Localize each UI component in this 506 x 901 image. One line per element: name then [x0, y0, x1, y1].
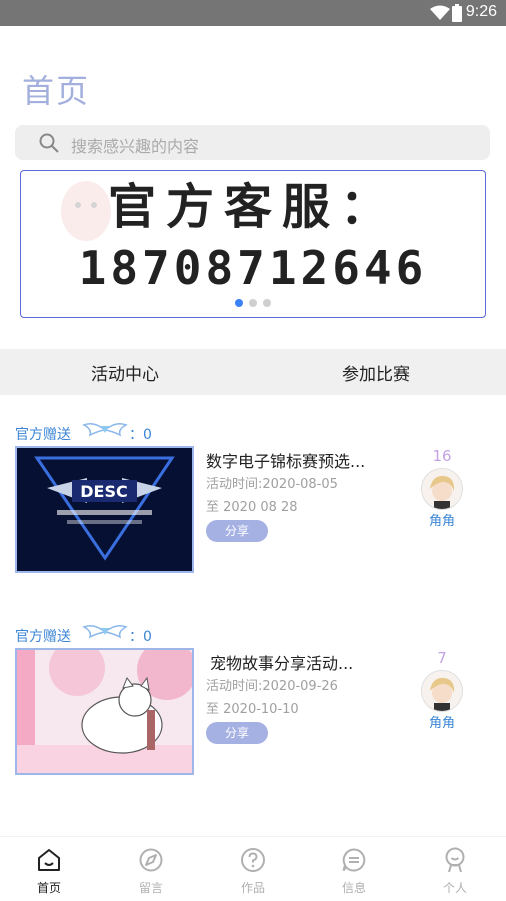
wing-count: ：0 [129, 427, 152, 443]
activity-start-time: 活动时间:2020-08-05 [206, 477, 338, 492]
nav-works-label: 作品 [240, 881, 265, 895]
activity-title[interactable]: 宠物故事分享活动... [210, 650, 353, 674]
nav-info[interactable]: 信息 [319, 847, 389, 896]
banner-carousel[interactable]: 官方客服： 18708712646 [20, 170, 486, 318]
nav-home-label: 首页 [36, 881, 61, 895]
banner-line2: 18708712646 [78, 241, 428, 295]
participant-count: 16 [432, 447, 452, 465]
battery-icon [452, 4, 462, 22]
person-icon [445, 847, 465, 873]
wifi-icon [430, 5, 450, 20]
wing-count: ：0 [129, 629, 152, 645]
activity-thumbnail[interactable]: DESC [15, 446, 194, 573]
tab-bar: 活动中心 参加比赛 [0, 349, 506, 395]
activity-start-time: 活动时间:2020-09-26 [206, 679, 338, 694]
status-time: 9:26 [465, 3, 497, 20]
question-icon [241, 848, 265, 872]
search-bar[interactable]: 搜索感兴趣的内容 [15, 125, 490, 160]
official-gift-tag: 官方赠送 [15, 427, 71, 443]
search-icon [39, 133, 59, 153]
page-title: 首页 [22, 72, 91, 110]
carousel-dot-1[interactable] [235, 299, 243, 307]
status-bar: 9:26 [0, 0, 506, 26]
activity-thumbnail[interactable] [15, 648, 194, 775]
activity-end-time: 至 2020 08 28 [206, 500, 298, 515]
nav-home[interactable]: 首页 [14, 847, 84, 896]
search-placeholder: 搜索感兴趣的内容 [71, 137, 200, 156]
chat-icon [342, 848, 366, 872]
tab-join-competition[interactable]: 参加比赛 [342, 360, 410, 385]
share-button[interactable]: 分享 [206, 520, 268, 542]
author-avatar[interactable] [421, 670, 463, 712]
bottom-nav: 首页 留言 作品 信息 个人 [0, 836, 506, 901]
nav-info-label: 信息 [341, 881, 366, 895]
official-gift-tag: 官方赠送 [15, 629, 71, 645]
nav-works[interactable]: 作品 [218, 847, 288, 896]
carousel-dot-3[interactable] [263, 299, 271, 307]
activity-title[interactable]: 数字电子锦标赛预选... [206, 448, 365, 472]
banner-line1: 官方客服： [107, 179, 398, 235]
wings-icon [82, 625, 128, 639]
share-button[interactable]: 分享 [206, 722, 268, 744]
carousel-dots [21, 292, 485, 311]
author-avatar[interactable] [421, 468, 463, 510]
home-icon [38, 849, 60, 871]
nav-profile[interactable]: 个人 [420, 847, 490, 896]
carousel-dot-2[interactable] [249, 299, 257, 307]
tab-activity-center[interactable]: 活动中心 [91, 360, 159, 385]
compass-icon [139, 848, 163, 872]
nav-messages-label: 留言 [138, 881, 163, 895]
author-name[interactable]: 角角 [412, 712, 472, 731]
wings-icon [82, 423, 128, 437]
thumbnail-logo-text: DESC [80, 482, 127, 501]
author-name[interactable]: 角角 [412, 510, 472, 529]
activity-end-time: 至 2020-10-10 [206, 702, 299, 717]
nav-profile-label: 个人 [442, 881, 467, 895]
nav-messages[interactable]: 留言 [116, 847, 186, 896]
participant-count: 7 [437, 649, 447, 667]
